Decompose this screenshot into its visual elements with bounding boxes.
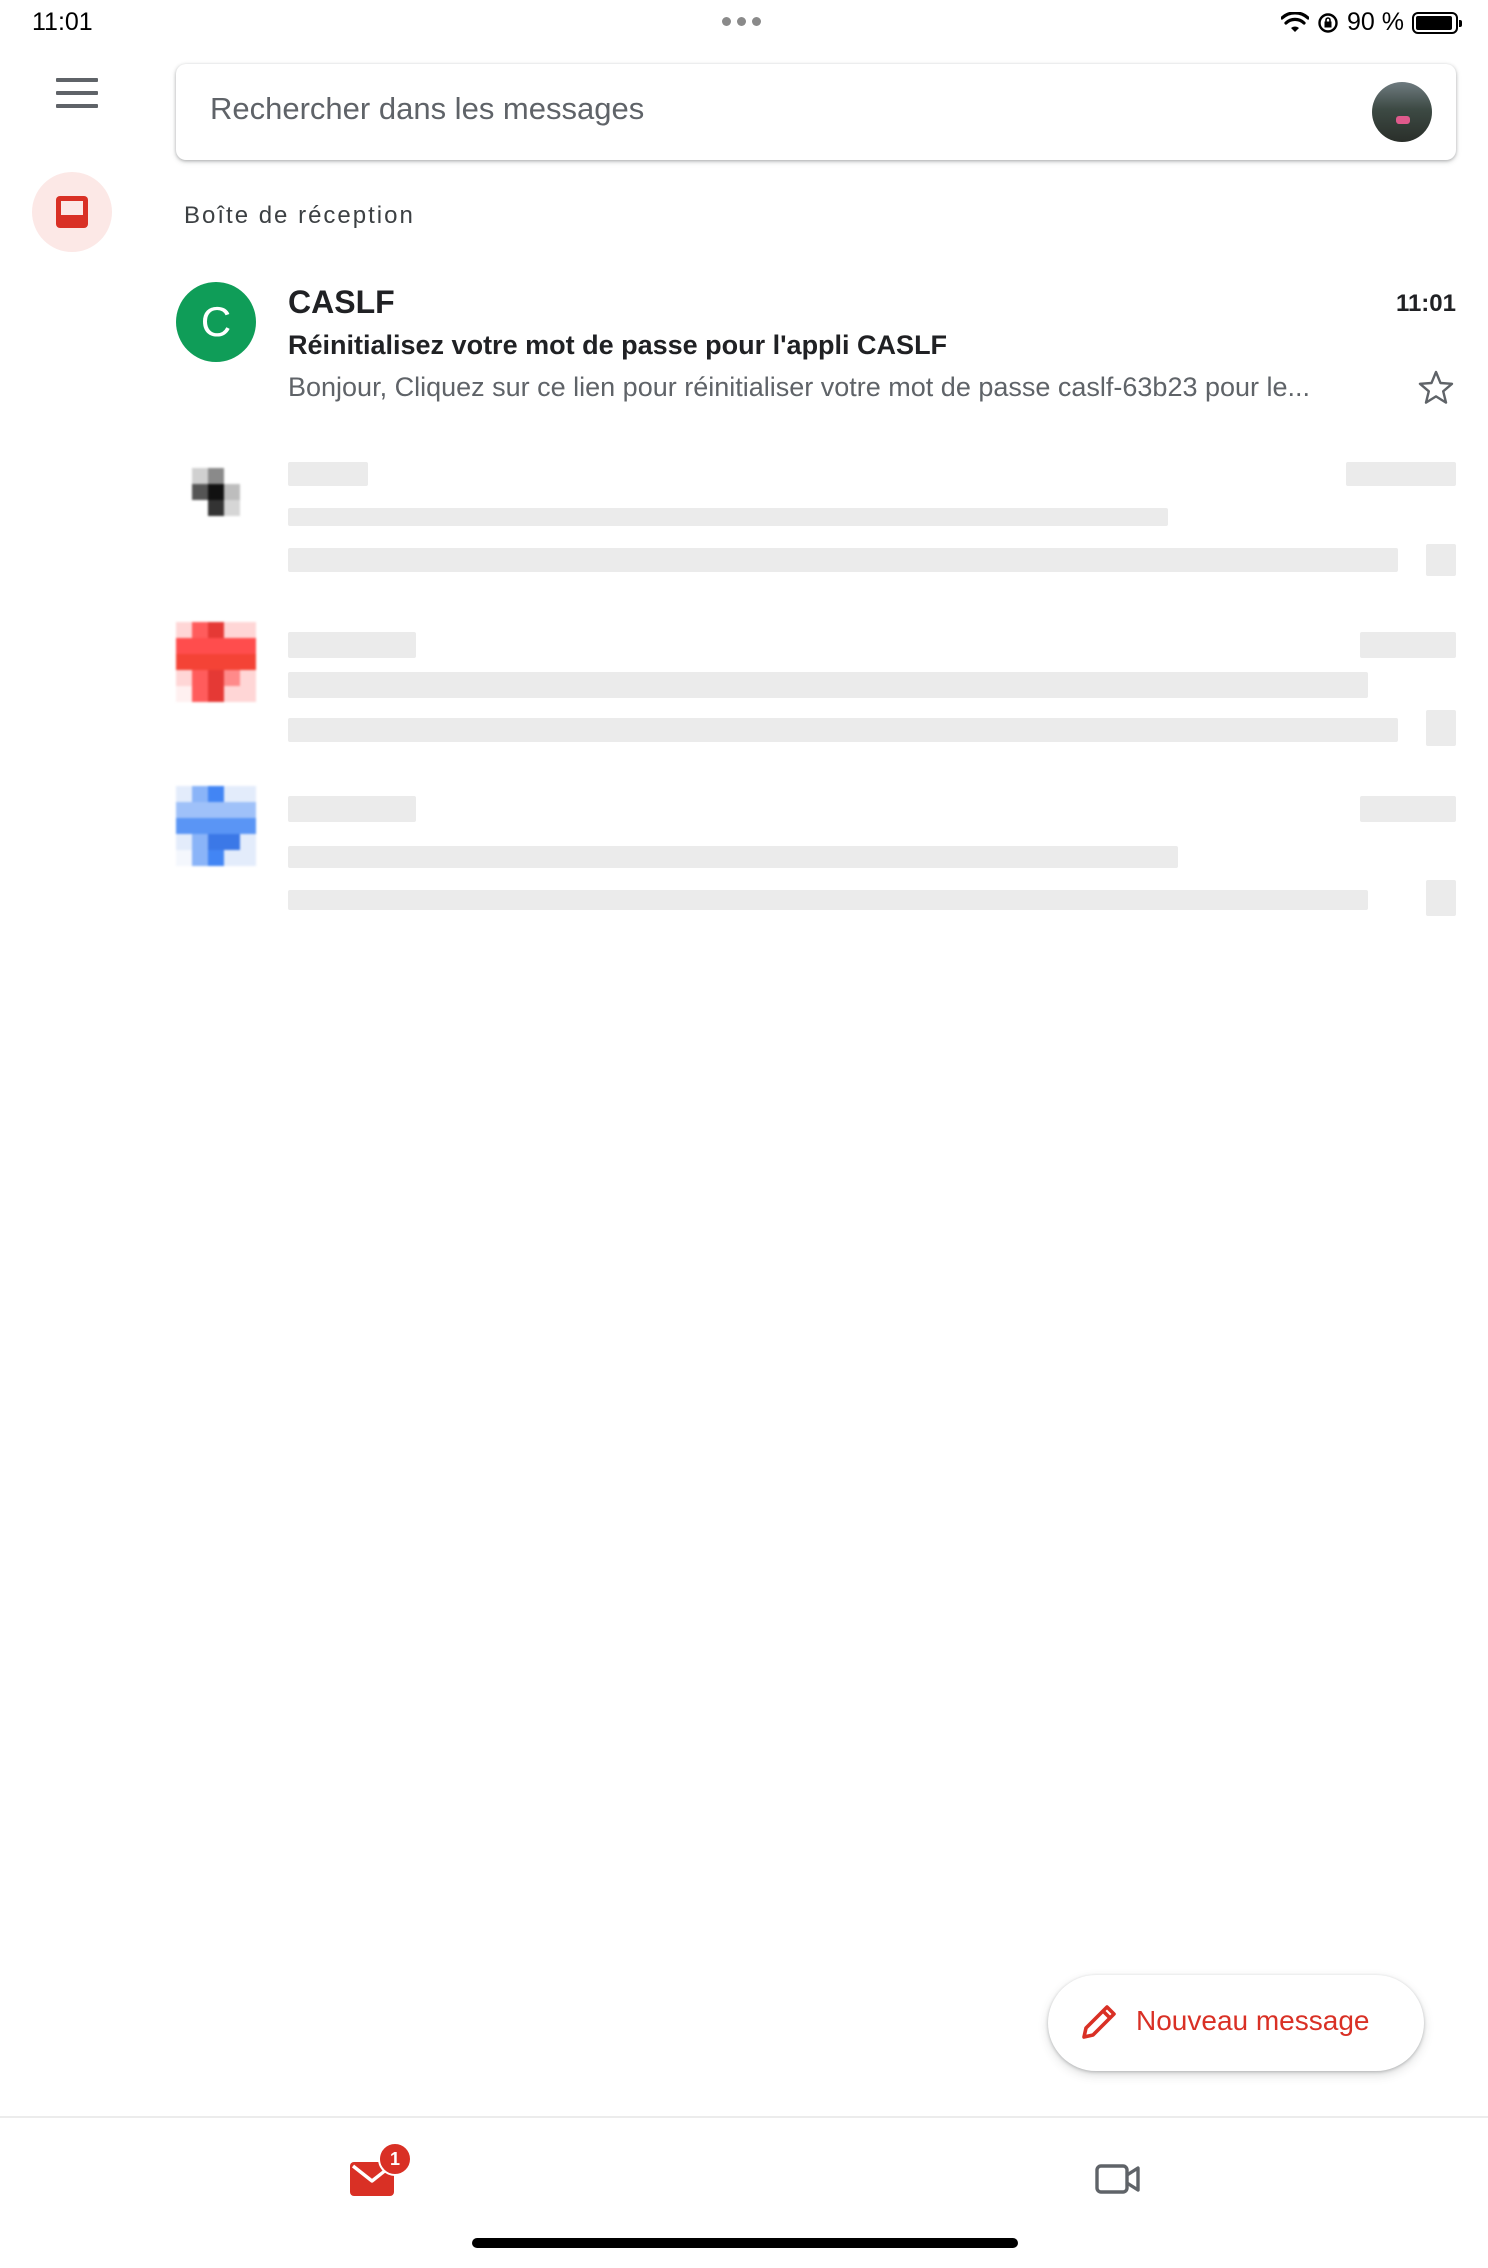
- section-label: Boîte de réception: [184, 202, 415, 229]
- unread-badge: 1: [378, 2142, 412, 2176]
- multitasking-dots-icon[interactable]: [722, 17, 761, 26]
- inbox-icon: [56, 196, 88, 228]
- message-time: 11:01: [1395, 290, 1456, 317]
- status-time: 11:01: [32, 8, 93, 36]
- sender-avatar: [176, 786, 256, 866]
- sender-avatar: [176, 622, 256, 702]
- star-icon[interactable]: [1416, 368, 1456, 408]
- sender-avatar: [192, 468, 240, 516]
- battery-percentage: 90 %: [1347, 8, 1404, 36]
- status-indicators: 90 %: [1281, 8, 1462, 37]
- search-bar[interactable]: [176, 64, 1456, 160]
- message-row-blurred[interactable]: [176, 622, 1456, 752]
- account-avatar[interactable]: [1372, 82, 1432, 142]
- orientation-lock-icon: [1318, 12, 1338, 33]
- battery-icon: [1412, 11, 1462, 34]
- message-sender: CASLF: [288, 284, 395, 320]
- sender-avatar: C: [176, 282, 256, 362]
- inbox-button[interactable]: [32, 172, 112, 252]
- search-input[interactable]: [208, 90, 1312, 128]
- message-row[interactable]: C CASLF 11:01 Réinitialisez votre mot de…: [176, 282, 1456, 412]
- video-icon[interactable]: [1094, 2158, 1142, 2198]
- message-subject: Réinitialisez votre mot de passe pour l'…: [288, 330, 948, 360]
- wifi-icon: [1281, 11, 1310, 32]
- menu-icon[interactable]: [50, 78, 102, 114]
- message-snippet: Bonjour, Cliquez sur ce lien pour réinit…: [288, 372, 1311, 402]
- compose-label: Nouveau message: [1136, 2005, 1370, 2036]
- message-row-blurred[interactable]: [176, 452, 1456, 582]
- nav-mail-tab[interactable]: 1: [350, 2142, 412, 2204]
- status-bar: 11:01 90 %: [0, 0, 1488, 48]
- message-row-blurred[interactable]: [176, 786, 1456, 916]
- pencil-icon: [1082, 2005, 1116, 2039]
- home-indicator[interactable]: [472, 2238, 1018, 2248]
- compose-button[interactable]: Nouveau message: [1048, 1975, 1424, 2071]
